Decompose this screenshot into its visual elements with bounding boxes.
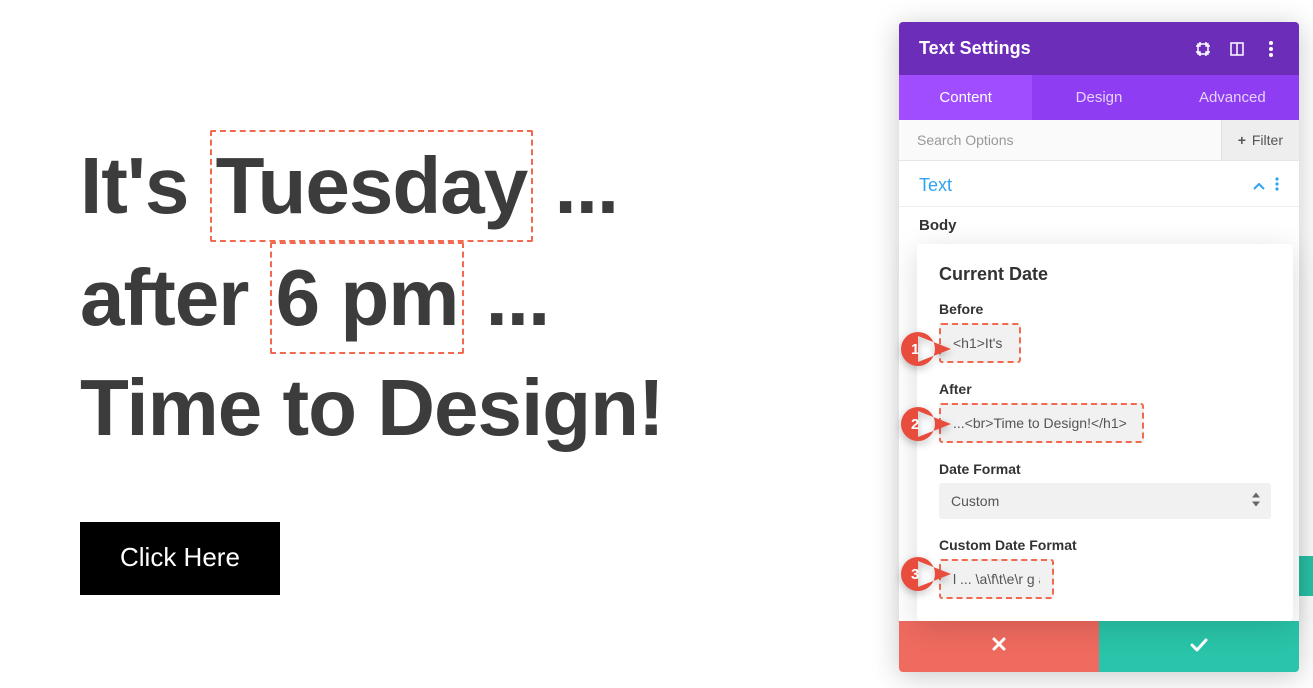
date-format-select[interactable]: [939, 483, 1271, 519]
filter-button[interactable]: + Filter: [1221, 120, 1299, 160]
tab-row: Content Design Advanced: [899, 75, 1299, 120]
settings-panel: Text Settings Content Design Advanced +: [899, 22, 1299, 672]
tab-content[interactable]: Content: [899, 75, 1032, 120]
heading-day-highlight: Tuesday: [210, 130, 534, 242]
field-before: Before: [939, 301, 1271, 363]
heading-line3: Time to Design!: [80, 363, 664, 452]
page-preview: It's Tuesday ... after 6 pm ... Time to …: [80, 130, 880, 595]
plus-icon: +: [1238, 132, 1246, 148]
cta-button[interactable]: Click Here: [80, 522, 280, 595]
field-date-format: Date Format: [939, 461, 1271, 519]
filter-row: + Filter: [899, 120, 1299, 161]
section-header-text[interactable]: Text: [899, 161, 1299, 207]
more-icon[interactable]: [1263, 41, 1279, 57]
popover-title: Current Date: [939, 264, 1271, 285]
heading-line1-prefix: It's: [80, 141, 210, 230]
panel-header[interactable]: Text Settings: [899, 22, 1299, 75]
after-label: After: [939, 381, 1271, 397]
before-label: Before: [939, 301, 1271, 317]
tab-advanced[interactable]: Advanced: [1166, 75, 1299, 120]
preview-heading: It's Tuesday ... after 6 pm ... Time to …: [80, 130, 880, 462]
date-format-label: Date Format: [939, 461, 1271, 477]
panel-title: Text Settings: [919, 38, 1195, 59]
heading-line2-prefix: after: [80, 253, 270, 342]
search-input[interactable]: [899, 120, 1221, 160]
close-icon: [991, 636, 1007, 657]
custom-format-input[interactable]: [939, 559, 1054, 599]
panel-footer: [899, 621, 1299, 672]
after-input[interactable]: [939, 403, 1144, 443]
cancel-button[interactable]: [899, 621, 1099, 672]
tab-design[interactable]: Design: [1032, 75, 1165, 120]
heading-time-highlight: 6 pm: [270, 242, 465, 354]
dynamic-content-popover: Current Date Before After Date Format Cu…: [917, 244, 1293, 621]
layout-icon[interactable]: [1229, 41, 1245, 57]
panel-header-actions: [1195, 41, 1279, 57]
field-custom-date-format: Custom Date Format: [939, 537, 1271, 599]
section-more-icon[interactable]: [1275, 177, 1279, 194]
confirm-button[interactable]: [1099, 621, 1299, 672]
field-after: After: [939, 381, 1271, 443]
body-label: Body: [899, 207, 1299, 240]
filter-label: Filter: [1252, 132, 1283, 148]
before-input[interactable]: [939, 323, 1021, 363]
expand-icon[interactable]: [1195, 41, 1211, 57]
custom-format-label: Custom Date Format: [939, 537, 1271, 553]
heading-line1-suffix: ...: [533, 141, 618, 230]
check-icon: [1190, 636, 1208, 657]
heading-line2-suffix: ...: [464, 253, 549, 342]
chevron-up-icon[interactable]: [1253, 178, 1265, 194]
section-title: Text: [919, 175, 1243, 196]
